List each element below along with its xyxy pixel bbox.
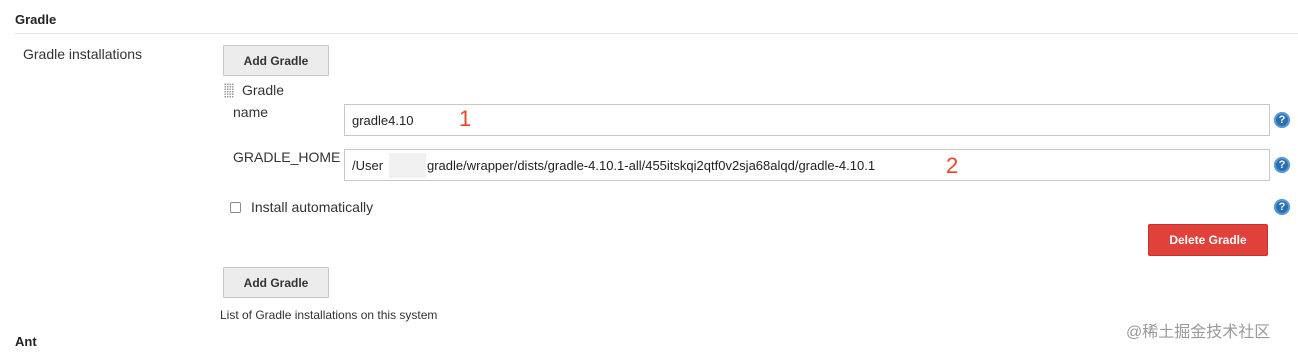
install-automatically-label: Install automatically xyxy=(251,199,374,215)
gradle-home-value-start: /User xyxy=(352,158,384,173)
gradle-installations-label: Gradle installations xyxy=(23,46,143,62)
delete-gradle-button[interactable]: Delete Gradle xyxy=(1148,224,1268,256)
redacted-area xyxy=(389,153,426,178)
install-automatically-checkbox[interactable] xyxy=(230,202,241,213)
help-icon-install-automatically[interactable]: ? xyxy=(1274,199,1290,215)
section-divider xyxy=(14,33,1298,34)
section-title-gradle: Gradle xyxy=(15,12,57,27)
watermark: @稀土掘金技术社区 xyxy=(1126,324,1271,341)
gradle-home-label: GRADLE_HOME xyxy=(233,149,341,165)
name-input[interactable] xyxy=(344,104,1270,136)
help-icon-name[interactable]: ? xyxy=(1274,112,1290,128)
name-label: name xyxy=(233,104,269,120)
drag-handle-icon[interactable] xyxy=(224,83,234,98)
annotation-1: 1 xyxy=(459,106,472,131)
section-title-ant: Ant xyxy=(15,334,37,349)
add-gradle-button-bottom[interactable]: Add Gradle xyxy=(223,267,329,298)
annotation-2: 2 xyxy=(946,153,959,178)
gradle-home-input[interactable]: /User gradle/wrapper/dists/gradle-4.10.1… xyxy=(344,149,1270,181)
gradle-item-header: Gradle xyxy=(242,82,285,98)
gradle-home-value-rest: gradle/wrapper/dists/gradle-4.10.1-all/4… xyxy=(427,158,876,173)
installations-description: List of Gradle installations on this sys… xyxy=(220,308,438,322)
add-gradle-button-top[interactable]: Add Gradle xyxy=(223,45,329,76)
help-icon-gradle-home[interactable]: ? xyxy=(1274,157,1290,173)
